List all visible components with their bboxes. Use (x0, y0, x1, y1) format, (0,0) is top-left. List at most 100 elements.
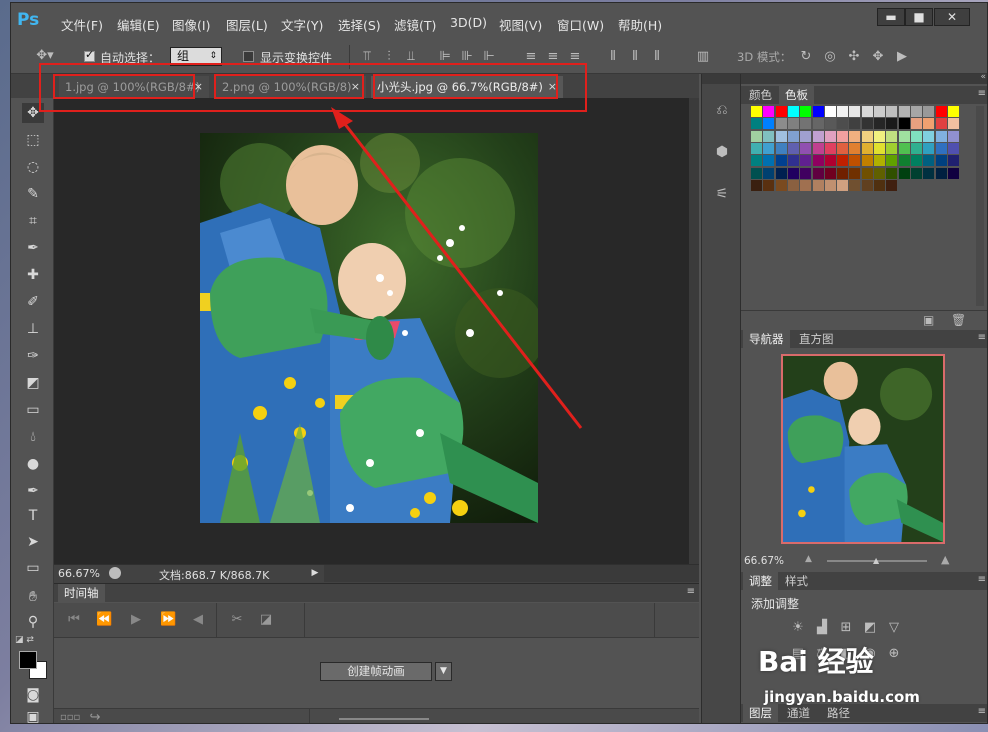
color-swatch[interactable] (861, 142, 873, 154)
color-swatch[interactable] (751, 130, 762, 142)
color-swatch[interactable] (837, 142, 849, 154)
color-swatch[interactable] (935, 155, 947, 167)
transition-icon[interactable]: ◪ (258, 612, 274, 628)
color-swatch[interactable] (824, 106, 836, 117)
color-swatch[interactable] (800, 106, 812, 117)
color-swatch[interactable] (861, 155, 873, 167)
color-swatch[interactable] (935, 106, 947, 117)
color-swatch[interactable] (898, 167, 910, 179)
color-swatch[interactable] (923, 167, 935, 179)
tab-color[interactable]: 颜色 (743, 86, 778, 104)
color-swatch[interactable] (751, 155, 762, 167)
color-swatch[interactable] (837, 167, 849, 179)
color-swatch[interactable] (775, 142, 787, 154)
delete-swatch-icon[interactable]: 🗑︎ (951, 313, 966, 327)
color-swatch[interactable] (947, 118, 959, 130)
color-swatch[interactable] (763, 130, 775, 142)
color-swatch[interactable] (800, 142, 812, 154)
prev-frame-icon[interactable]: ⏪ (96, 612, 112, 628)
color-swatch[interactable] (763, 179, 775, 191)
color-swatch[interactable] (886, 130, 898, 142)
color-swatch[interactable] (751, 142, 762, 154)
tab-navigator[interactable]: 导航器 (743, 330, 790, 348)
color-swatch[interactable] (849, 130, 861, 142)
color-swatch[interactable] (787, 179, 799, 191)
color-swatch[interactable] (923, 118, 935, 130)
color-swatch[interactable] (824, 155, 836, 167)
curves-icon[interactable]: ⊞ (837, 620, 855, 636)
swatches-scrollbar[interactable] (976, 106, 984, 306)
tab-swatches[interactable]: 色板 (779, 86, 814, 104)
color-swatch[interactable] (886, 106, 898, 117)
color-swatch[interactable] (824, 179, 836, 191)
tab-adjustments[interactable]: 调整 (743, 572, 778, 590)
status-info-icon[interactable] (109, 567, 121, 579)
color-swatch[interactable] (861, 167, 873, 179)
color-swatch[interactable] (935, 142, 947, 154)
color-swatch[interactable] (923, 142, 935, 154)
vibrance-icon[interactable]: ▽ (885, 620, 903, 636)
color-swatch[interactable] (898, 118, 910, 130)
color-swatch[interactable] (812, 142, 824, 154)
properties-panel-icon[interactable]: ⚟ (712, 186, 732, 202)
color-swatch[interactable] (849, 179, 861, 191)
color-swatch[interactable] (787, 167, 799, 179)
color-swatch[interactable] (775, 167, 787, 179)
timeline-zoom-slider[interactable] (339, 718, 429, 720)
color-swatch[interactable] (861, 130, 873, 142)
color-swatch[interactable] (910, 106, 922, 117)
color-swatch[interactable] (812, 130, 824, 142)
animation-type-dropdown-icon[interactable]: ▼ (435, 662, 452, 681)
color-swatch[interactable] (886, 155, 898, 167)
color-swatch[interactable] (861, 106, 873, 117)
color-swatch[interactable] (947, 167, 959, 179)
color-swatch[interactable] (874, 155, 885, 167)
play-icon[interactable]: ▶ (128, 612, 144, 628)
color-swatch[interactable] (787, 155, 799, 167)
audio-icon[interactable]: ◀ (190, 612, 206, 628)
color-swatch[interactable] (898, 142, 910, 154)
color-swatch[interactable] (874, 142, 885, 154)
color-swatch[interactable] (861, 118, 873, 130)
color-swatch[interactable] (824, 167, 836, 179)
color-swatch[interactable] (763, 106, 775, 117)
color-swatch[interactable] (800, 167, 812, 179)
exposure-icon[interactable]: ◩ (861, 620, 879, 636)
color-swatch[interactable] (910, 130, 922, 142)
tab-histogram[interactable]: 直方图 (793, 330, 840, 348)
tab-channels[interactable]: 通道 (781, 704, 816, 722)
color-swatch[interactable] (763, 118, 775, 130)
color-swatch[interactable] (923, 130, 935, 142)
color-swatch[interactable] (910, 142, 922, 154)
color-swatch[interactable] (910, 118, 922, 130)
navigator-zoom-value[interactable]: 66.67% (744, 555, 784, 567)
create-frame-animation-button[interactable]: 创建帧动画 (320, 662, 432, 681)
color-swatch[interactable] (837, 130, 849, 142)
tab-layers[interactable]: 图层 (743, 704, 778, 722)
color-swatch[interactable] (751, 167, 762, 179)
color-swatch[interactable] (751, 179, 762, 191)
color-swatch[interactable] (824, 130, 836, 142)
color-swatch[interactable] (812, 106, 824, 117)
color-swatch[interactable] (812, 118, 824, 130)
color-swatch[interactable] (935, 167, 947, 179)
color-swatch[interactable] (751, 106, 762, 117)
color-swatch[interactable] (812, 167, 824, 179)
color-swatch[interactable] (787, 118, 799, 130)
zoom-slider-thumb-icon[interactable]: ▲ (873, 556, 879, 565)
status-menu-arrow-icon[interactable]: ▶ (309, 565, 321, 581)
color-swatch[interactable] (849, 142, 861, 154)
color-swatch[interactable] (898, 155, 910, 167)
panel-menu-icon[interactable]: ≡ (978, 706, 986, 717)
color-swatch[interactable] (812, 179, 824, 191)
color-swatch[interactable] (874, 167, 885, 179)
zoom-in-icon[interactable]: ▲ (941, 553, 949, 566)
color-swatch[interactable] (787, 106, 799, 117)
color-swatch[interactable] (947, 142, 959, 154)
color-swatch[interactable] (837, 118, 849, 130)
color-swatch[interactable] (837, 106, 849, 117)
color-swatch[interactable] (787, 142, 799, 154)
color-swatch[interactable] (775, 106, 787, 117)
color-swatch[interactable] (824, 118, 836, 130)
levels-icon[interactable]: ▟ (813, 620, 831, 636)
